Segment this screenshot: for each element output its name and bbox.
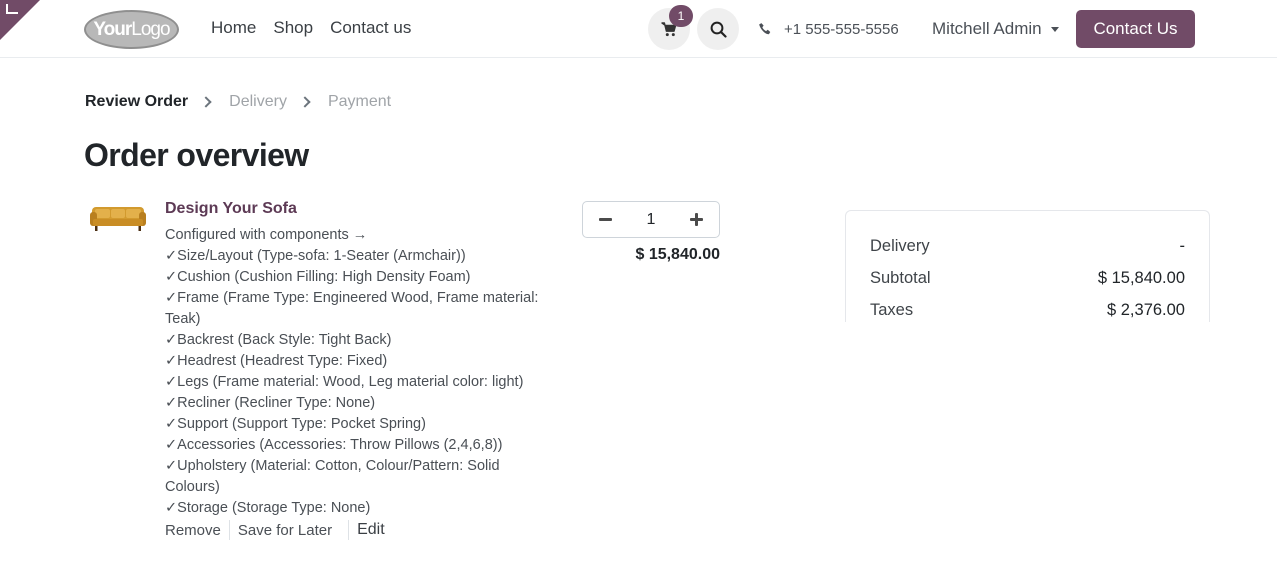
chevron-right-icon xyxy=(200,96,212,108)
search-button[interactable] xyxy=(697,8,739,50)
checkout-breadcrumb: Review Order Delivery Payment xyxy=(85,93,391,111)
step-review-order: Review Order xyxy=(85,93,189,110)
remove-link[interactable]: Remove xyxy=(165,522,221,539)
component-line: ✓Accessories (Accessories: Throw Pillows… xyxy=(165,437,503,453)
step-delivery: Delivery xyxy=(229,93,287,110)
component-line: ✓Size/Layout (Type-sofa: 1-Seater (Armch… xyxy=(165,248,466,264)
product-configuration: Configured with components → ✓Size/Layou… xyxy=(165,225,555,519)
quantity-input[interactable]: 1 xyxy=(647,211,656,229)
component-line: ✓Cushion (Cushion Filling: High Density … xyxy=(165,269,471,285)
line-price: $ 15,840.00 xyxy=(635,246,720,263)
divider xyxy=(228,520,230,540)
summary-row-subtotal: Subtotal $ 15,840.00 xyxy=(870,269,1185,288)
chevron-right-icon xyxy=(299,96,311,108)
nav-contact-us[interactable]: Contact us xyxy=(330,18,411,38)
component-line: ✓Storage (Storage Type: None) xyxy=(165,500,371,516)
nav-shop[interactable]: Shop xyxy=(273,18,313,38)
site-logo[interactable]: YourLogo xyxy=(84,10,179,49)
user-menu[interactable]: Mitchell Admin xyxy=(932,19,1059,39)
summary-label: Taxes xyxy=(870,301,914,319)
save-for-later-link[interactable]: Save for Later xyxy=(238,522,332,539)
phone-number: +1 555-555-5556 xyxy=(784,21,899,38)
component-line: ✓Support (Support Type: Pocket Spring) xyxy=(165,416,426,432)
quantity-stepper: 1 xyxy=(582,201,720,238)
component-line: ✓Frame (Frame Type: Engineered Wood, Fra… xyxy=(165,290,539,327)
step-payment: Payment xyxy=(327,93,392,110)
main-nav: Home Shop Contact us xyxy=(211,18,411,38)
component-line: ✓Legs (Frame material: Wood, Leg materia… xyxy=(165,374,524,390)
user-name: Mitchell Admin xyxy=(932,19,1042,38)
summary-value: $ 2,376.00 xyxy=(1107,301,1185,319)
phone-link[interactable]: +1 555-555-5556 xyxy=(758,21,899,38)
minus-icon[interactable] xyxy=(599,218,612,221)
configured-with-label: Configured with components → xyxy=(165,227,368,243)
cart-count-badge: 1 xyxy=(669,5,693,27)
site-header: YourLogo Home Shop Contact us 1 +1 555-5… xyxy=(0,0,1277,58)
summary-value: $ 15,840.00 xyxy=(1097,269,1185,287)
divider xyxy=(348,520,350,540)
summary-label: Subtotal xyxy=(870,269,931,287)
component-line: ✓Recliner (Recliner Type: None) xyxy=(165,395,376,411)
order-summary-card: Delivery - Subtotal $ 15,840.00 Taxes $ … xyxy=(845,210,1210,322)
nav-home[interactable]: Home xyxy=(211,18,256,38)
component-line: ✓Backrest (Back Style: Tight Back) xyxy=(165,332,392,348)
page-title: Order overview xyxy=(84,137,309,173)
phone-icon xyxy=(759,23,771,35)
summary-label: Delivery xyxy=(870,237,930,255)
logo-text-bold: Your xyxy=(93,18,132,40)
line-actions: Remove Save for Later Edit xyxy=(165,520,385,540)
component-line: ✓Upholstery (Material: Cotton, Colour/Pa… xyxy=(165,458,500,495)
summary-value: - xyxy=(1179,237,1186,255)
logo-text-rest: Logo xyxy=(131,18,170,40)
contact-us-button[interactable]: Contact Us xyxy=(1076,10,1195,48)
chevron-down-icon xyxy=(1050,26,1059,32)
product-thumbnail[interactable] xyxy=(89,199,147,235)
summary-row-delivery: Delivery - xyxy=(870,237,1185,256)
summary-row-taxes: Taxes $ 2,376.00 xyxy=(870,301,1185,320)
product-name-link[interactable]: Design Your Sofa xyxy=(165,200,297,218)
component-line: ✓Headrest (Headrest Type: Fixed) xyxy=(165,353,388,369)
search-icon xyxy=(710,21,727,38)
plus-icon[interactable] xyxy=(690,213,703,226)
edit-link[interactable]: Edit xyxy=(357,521,385,539)
